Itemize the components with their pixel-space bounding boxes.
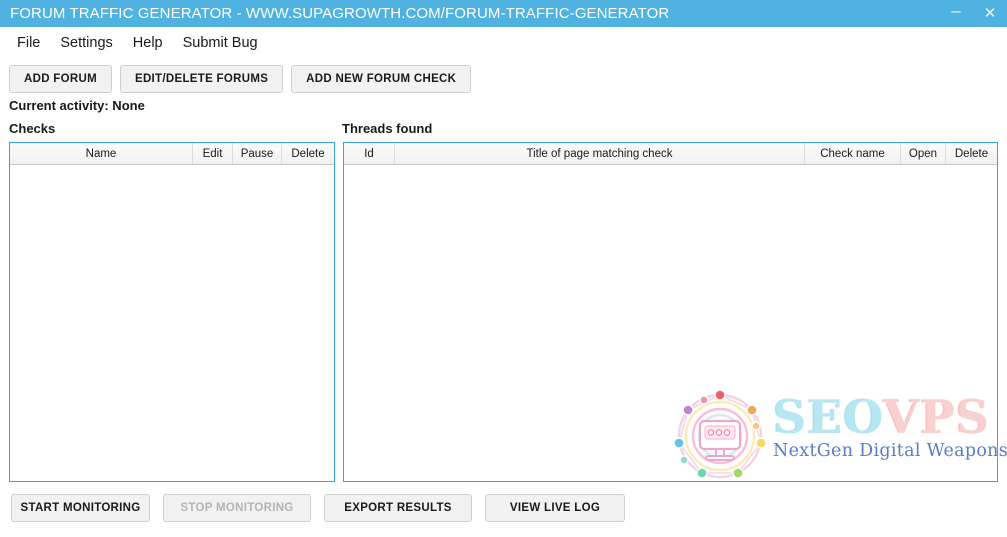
edit-delete-forums-button[interactable]: EDIT/DELETE FORUMS bbox=[119, 65, 284, 93]
checks-column-edit[interactable]: Edit bbox=[193, 143, 233, 164]
checks-table-body[interactable] bbox=[10, 165, 334, 481]
menu-item-submit-bug[interactable]: Submit Bug bbox=[173, 32, 268, 54]
checks-column-pause[interactable]: Pause bbox=[233, 143, 282, 164]
close-icon[interactable]: ✕ bbox=[973, 0, 1007, 27]
menu-bar: File Settings Help Submit Bug bbox=[0, 27, 1007, 59]
toolbar: ADD FORUM EDIT/DELETE FORUMS ADD NEW FOR… bbox=[9, 65, 472, 93]
add-forum-button[interactable]: ADD FORUM bbox=[9, 65, 112, 93]
checks-table-header: Name Edit Pause Delete bbox=[10, 143, 334, 165]
stop-monitoring-button: STOP MONITORING bbox=[163, 494, 311, 522]
threads-table-header: Id Title of page matching check Check na… bbox=[344, 143, 997, 165]
threads-column-delete[interactable]: Delete bbox=[946, 143, 997, 164]
window-title: FORUM TRAFFIC GENERATOR - WWW.SUPAGROWTH… bbox=[10, 5, 670, 22]
add-new-forum-check-button[interactable]: ADD NEW FORUM CHECK bbox=[291, 65, 472, 93]
current-activity-status: Current activity: None bbox=[9, 98, 145, 113]
threads-column-open[interactable]: Open bbox=[901, 143, 946, 164]
minimize-icon[interactable]: – bbox=[939, 0, 973, 27]
checks-panel: Name Edit Pause Delete bbox=[9, 142, 335, 482]
window-controls: – ✕ bbox=[939, 0, 1007, 27]
export-results-button[interactable]: EXPORT RESULTS bbox=[324, 494, 472, 522]
checks-column-delete[interactable]: Delete bbox=[282, 143, 334, 164]
footer-button-bar: START MONITORING STOP MONITORING EXPORT … bbox=[11, 494, 625, 522]
threads-column-title[interactable]: Title of page matching check bbox=[395, 143, 805, 164]
menu-item-help[interactable]: Help bbox=[123, 32, 173, 54]
start-monitoring-button[interactable]: START MONITORING bbox=[11, 494, 150, 522]
view-live-log-button[interactable]: VIEW LIVE LOG bbox=[485, 494, 625, 522]
title-bar: FORUM TRAFFIC GENERATOR - WWW.SUPAGROWTH… bbox=[0, 0, 1007, 27]
threads-column-check-name[interactable]: Check name bbox=[805, 143, 901, 164]
threads-column-id[interactable]: Id bbox=[344, 143, 395, 164]
threads-panel-label: Threads found bbox=[342, 121, 433, 136]
menu-item-settings[interactable]: Settings bbox=[50, 32, 122, 54]
checks-column-name[interactable]: Name bbox=[10, 143, 193, 164]
menu-item-file[interactable]: File bbox=[7, 32, 50, 54]
checks-panel-label: Checks bbox=[9, 121, 56, 136]
threads-panel: Id Title of page matching check Check na… bbox=[343, 142, 998, 482]
threads-table-body[interactable] bbox=[344, 165, 997, 481]
